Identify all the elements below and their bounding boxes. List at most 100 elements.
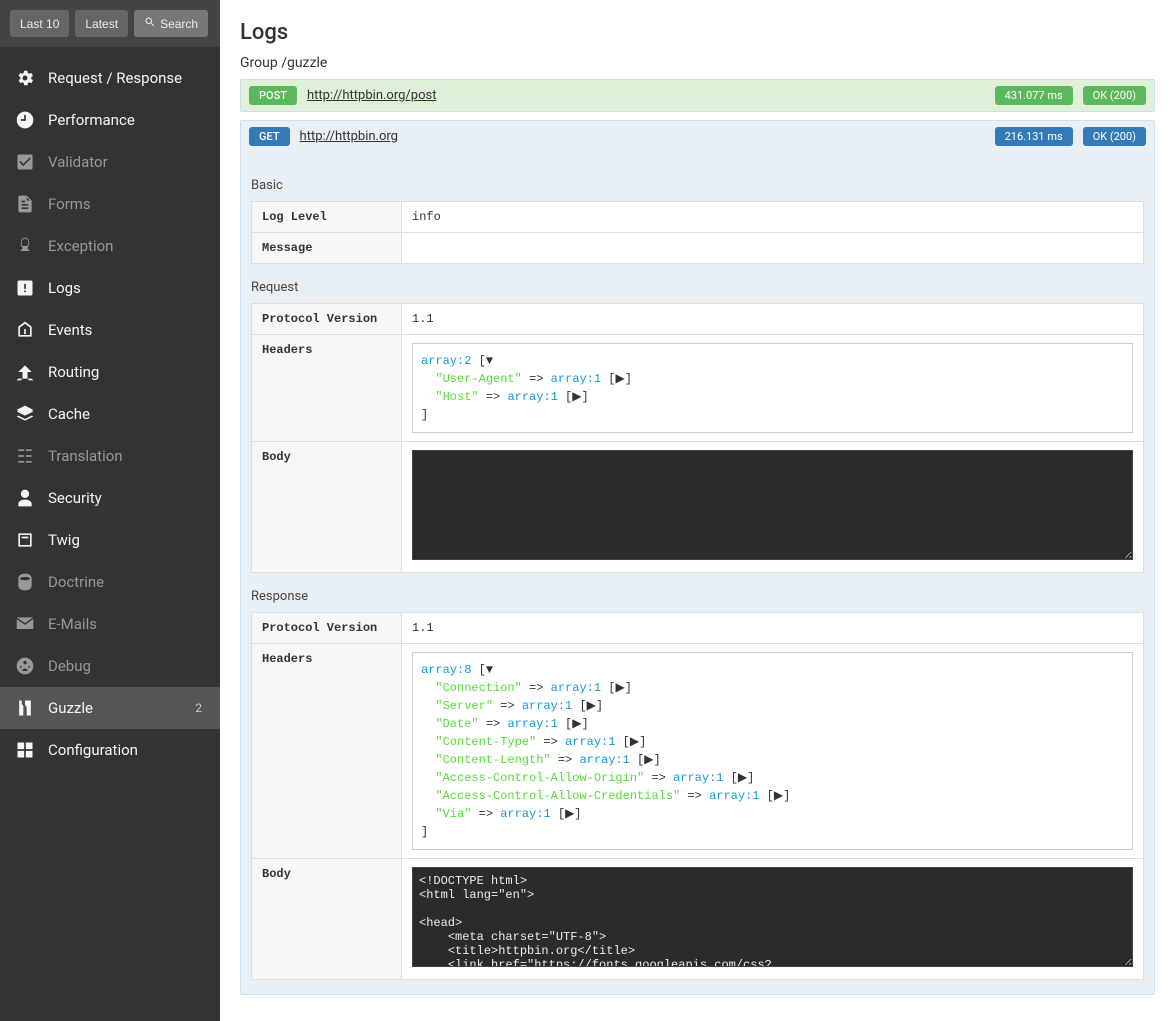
security-icon	[14, 487, 36, 509]
expand-toggle-icon[interactable]: ▶	[774, 789, 783, 803]
search-label: Search	[160, 17, 198, 31]
method-badge: POST	[249, 86, 297, 105]
sidebar-item-security[interactable]: Security	[0, 477, 220, 519]
text-value: info	[412, 210, 441, 224]
sidebar-item-forms[interactable]: Forms	[0, 183, 220, 225]
validator-icon	[14, 151, 36, 173]
expand-toggle-icon[interactable]: ▶	[738, 771, 747, 785]
log-entry-header[interactable]: POST http://httpbin.org/post 431.077 ms OK …	[241, 80, 1154, 111]
sidebar-item-label: Cache	[48, 405, 90, 423]
sidebar-item-translation[interactable]: Translation	[0, 435, 220, 477]
headers-dump[interactable]: array:2 [▼ "User-Agent" => array:1 [▶] "…	[412, 343, 1133, 433]
request-url[interactable]: http://httpbin.org	[300, 129, 398, 144]
request-url[interactable]: http://httpbin.org/post	[307, 88, 437, 103]
sidebar-item-logs[interactable]: Logs	[0, 267, 220, 309]
sidebar-item-label: Configuration	[48, 741, 138, 759]
expand-toggle-icon[interactable]: ▶	[572, 717, 581, 731]
latest-button[interactable]: Latest	[75, 10, 128, 37]
expand-toggle-icon[interactable]: ▶	[615, 681, 624, 695]
sidebar-item-label: Debug	[48, 657, 91, 675]
sidebar-topbar: Last 10 Latest Search	[0, 0, 220, 47]
sidebar-item-label: Routing	[48, 363, 99, 381]
guzzle-icon	[14, 697, 36, 719]
collapse-toggle-icon[interactable]: ▼	[486, 354, 493, 368]
translation-icon	[14, 445, 36, 467]
row-value	[402, 233, 1144, 264]
row-value: array:2 [▼ "User-Agent" => array:1 [▶] "…	[402, 335, 1144, 442]
sidebar-item-debug[interactable]: Debug	[0, 645, 220, 687]
sidebar-item-events[interactable]: Events	[0, 309, 220, 351]
sidebar-item-validator[interactable]: Validator	[0, 141, 220, 183]
row-label: Body	[252, 442, 402, 573]
expand-toggle-icon[interactable]: ▶	[587, 699, 596, 713]
response-table: Protocol Version 1.1 Headersarray:8 [▼ "Co…	[251, 612, 1144, 980]
performance-icon	[14, 109, 36, 131]
expand-toggle-icon[interactable]: ▶	[572, 390, 581, 404]
expand-toggle-icon[interactable]: ▶	[615, 372, 624, 386]
row-label: Protocol Version	[252, 613, 402, 644]
collapse-toggle-icon[interactable]: ▼	[486, 663, 493, 677]
row-value: 1.1	[402, 613, 1144, 644]
response-body-textarea[interactable]	[412, 867, 1133, 967]
expand-toggle-icon[interactable]: ▶	[565, 807, 574, 821]
sidebar-item-label: Events	[48, 321, 92, 339]
time-pill: 431.077 ms	[995, 86, 1073, 105]
sidebar-item-label: Exception	[48, 237, 113, 255]
headers-dump[interactable]: array:8 [▼ "Connection" => array:1 [▶] "…	[412, 652, 1133, 850]
expand-toggle-icon[interactable]: ▶	[630, 735, 639, 749]
log-entry-detail: BasicLog LevelinfoMessageRequestProtocol…	[241, 152, 1154, 994]
sidebar-item-label: Forms	[48, 195, 91, 213]
search-icon	[144, 16, 156, 31]
log-entry-header[interactable]: GET http://httpbin.org 216.131 ms OK (200)	[241, 121, 1154, 152]
status-pill: OK (200)	[1083, 127, 1146, 146]
table-row: Log Level info	[252, 202, 1144, 233]
log-entry: GET http://httpbin.org 216.131 ms OK (200) B…	[240, 120, 1155, 995]
group-label: Group	[240, 55, 278, 71]
sidebar-item-twig[interactable]: Twig	[0, 519, 220, 561]
table-row: Headersarray:2 [▼ "User-Agent" => array:…	[252, 335, 1144, 442]
search-button[interactable]: Search	[134, 10, 208, 37]
request-body-textarea[interactable]	[412, 450, 1133, 560]
sidebar-item-label: Performance	[48, 111, 135, 129]
sidebar-item-cache[interactable]: Cache	[0, 393, 220, 435]
row-label: Message	[252, 233, 402, 264]
last10-button[interactable]: Last 10	[10, 10, 69, 37]
basic-table: Log Level info Message	[251, 201, 1144, 264]
table-row: Message	[252, 233, 1144, 264]
text-value: 1.1	[412, 312, 434, 326]
text-value: 1.1	[412, 621, 434, 635]
cache-icon	[14, 403, 36, 425]
main-content: Logs Group /guzzle POSThttp://httpbin.or…	[220, 0, 1175, 1021]
sidebar-item-count: 2	[195, 701, 206, 715]
sidebar-item-doctrine[interactable]: Doctrine	[0, 561, 220, 603]
sidebar-item-label: Translation	[48, 447, 123, 465]
sidebar-item-label: Twig	[48, 531, 80, 549]
doctrine-icon	[14, 571, 36, 593]
table-row: Body	[252, 442, 1144, 573]
table-row: Body	[252, 859, 1144, 980]
row-value: 1.1	[402, 304, 1144, 335]
status-pill: OK (200)	[1083, 86, 1146, 105]
sidebar-item-label: Request / Response	[48, 69, 182, 87]
expand-toggle-icon[interactable]: ▶	[644, 753, 653, 767]
time-pill: 216.131 ms	[995, 127, 1073, 146]
row-value: array:8 [▼ "Connection" => array:1 [▶] "…	[402, 644, 1144, 859]
row-label: Log Level	[252, 202, 402, 233]
sidebar-item-performance[interactable]: Performance	[0, 99, 220, 141]
sidebar-item-e-mails[interactable]: E-Mails	[0, 603, 220, 645]
table-row: Headersarray:8 [▼ "Connection" => array:…	[252, 644, 1144, 859]
sidebar-item-label: Guzzle	[48, 699, 93, 717]
sidebar-item-exception[interactable]: Exception	[0, 225, 220, 267]
method-badge: GET	[249, 127, 290, 146]
sidebar-item-label: E-Mails	[48, 615, 97, 633]
twig-icon	[14, 529, 36, 551]
sidebar-item-routing[interactable]: Routing	[0, 351, 220, 393]
sidebar-item-guzzle[interactable]: Guzzle 2	[0, 687, 220, 729]
debug-icon	[14, 655, 36, 677]
sidebar-item-request-response[interactable]: Request / Response	[0, 57, 220, 99]
routing-icon	[14, 361, 36, 383]
sidebar-item-configuration[interactable]: Configuration	[0, 729, 220, 771]
sidebar-item-label: Validator	[48, 153, 108, 171]
forms-icon	[14, 193, 36, 215]
log-entry: POST http://httpbin.org/post 431.077 ms OK …	[240, 79, 1155, 112]
